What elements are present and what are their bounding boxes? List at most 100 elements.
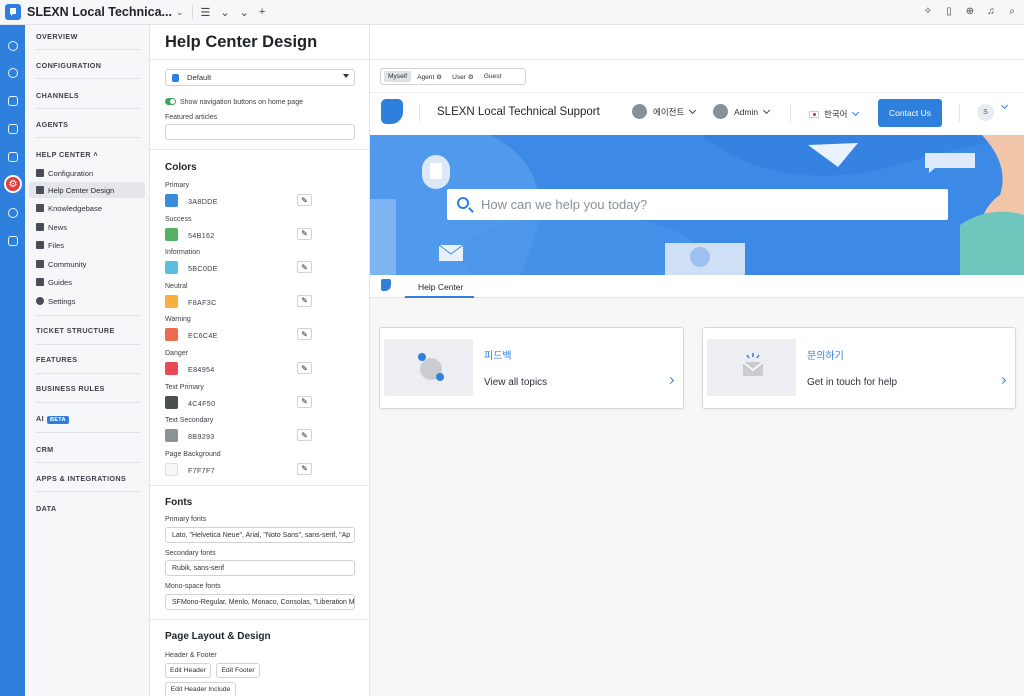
nav-section-features[interactable]: FEATURES: [36, 355, 140, 364]
tasks-icon[interactable]: [5, 121, 20, 136]
divider: [36, 108, 140, 109]
chat-icon[interactable]: [5, 38, 20, 53]
divider: [36, 78, 140, 79]
search-icon[interactable]: ⌕: [1006, 5, 1018, 17]
role-agent[interactable]: Agent ⚙: [413, 71, 446, 83]
help-center-logo-icon[interactable]: [381, 99, 403, 124]
color-swatch[interactable]: [165, 227, 178, 241]
edit-pencil-icon[interactable]: ✎: [297, 294, 312, 307]
topic-card-contact[interactable]: 문의하기 Get in touch for help: [702, 327, 1016, 409]
nav-section-help-center[interactable]: HELP CENTER ˄: [36, 150, 140, 159]
tickets-icon[interactable]: [5, 93, 20, 108]
help-center-brand[interactable]: SLEXN Local Technical Support: [437, 106, 600, 118]
nav-section-ai[interactable]: AI BETA: [36, 414, 140, 424]
sparkle-icon[interactable]: ✧: [922, 5, 934, 17]
workspace-title[interactable]: SLEXN Local Technica...: [27, 5, 172, 19]
chevron-down-icon[interactable]: ⌄: [220, 6, 229, 19]
user-icon[interactable]: [5, 65, 20, 80]
plus-icon[interactable]: +: [259, 6, 265, 18]
nav-buttons-toggle[interactable]: [165, 98, 176, 105]
tab-help-center[interactable]: Help Center: [418, 282, 463, 292]
color-swatch[interactable]: [165, 395, 178, 409]
color-hex-value: 5BC0DE: [188, 264, 218, 274]
edit-pencil-icon[interactable]: ✎: [297, 328, 312, 341]
bell-icon[interactable]: ♫: [985, 5, 997, 17]
edit-pencil-icon[interactable]: ✎: [297, 395, 312, 408]
agent-avatar-icon: [632, 104, 647, 119]
nav-section-data[interactable]: DATA: [36, 504, 140, 513]
database-icon[interactable]: [5, 233, 20, 248]
billing-icon[interactable]: [5, 205, 20, 220]
language-menu[interactable]: 한국어: [809, 108, 860, 120]
color-label: Text Primary: [165, 383, 204, 391]
profile-menu-toggle[interactable]: [996, 101, 1009, 110]
help-search-input[interactable]: How can we help you today?: [447, 189, 948, 220]
color-swatch[interactable]: [165, 362, 178, 375]
edit-pencil-icon[interactable]: ✎: [297, 227, 312, 240]
divider: [36, 137, 140, 138]
agent-menu-label: 에이전트: [653, 106, 685, 117]
featured-articles-label: Featured articles: [165, 114, 218, 121]
theme-select[interactable]: Default: [165, 69, 355, 86]
upload-icon[interactable]: ⊕: [964, 5, 976, 17]
nav-item-help-center-design[interactable]: Help Center Design: [29, 182, 145, 198]
profile-avatar[interactable]: S: [977, 104, 994, 121]
edit-footer-button[interactable]: Edit Footer: [216, 663, 260, 678]
secondary-fonts-input[interactable]: Rubik, sans-serif: [165, 560, 355, 576]
nav-section-ai-label: AI: [36, 414, 44, 423]
chevron-right-icon: [998, 376, 1007, 385]
role-myself[interactable]: Myself: [384, 71, 412, 82]
primary-fonts-input[interactable]: Lato, "Helvetica Neue", Arial, "Noto San…: [165, 527, 355, 543]
role-user-label: User: [452, 73, 466, 81]
nav-item-community[interactable]: Community: [29, 256, 145, 272]
nav-item-settings[interactable]: Settings: [29, 293, 145, 309]
mono-fonts-input[interactable]: SFMono-Regular, Menlo, Monaco, Consolas,…: [165, 594, 355, 610]
list-icon[interactable]: ☰: [201, 6, 211, 19]
chevron-down-icon[interactable]: ⌄: [240, 6, 249, 19]
contact-us-button[interactable]: Contact Us: [878, 99, 942, 127]
edit-pencil-icon[interactable]: ✎: [297, 261, 312, 274]
chevron-down-icon[interactable]: ⌄: [176, 7, 184, 18]
nav-item-label: Help Center Design: [48, 185, 115, 195]
settings-gear-icon[interactable]: ⚙: [4, 175, 22, 193]
color-swatch[interactable]: [165, 462, 178, 476]
color-swatch[interactable]: [165, 294, 178, 308]
nav-item-guides[interactable]: Guides: [29, 274, 145, 290]
edit-pencil-icon[interactable]: ✎: [297, 362, 312, 374]
admin-menu[interactable]: Admin: [713, 104, 771, 119]
edit-pencil-icon[interactable]: ✎: [297, 194, 312, 206]
nav-section-apps-integrations[interactable]: APPS & INTEGRATIONS: [36, 474, 140, 483]
topic-card-feedback[interactable]: 피드백 View all topics: [379, 327, 684, 409]
color-swatch[interactable]: [165, 328, 178, 342]
reports-icon[interactable]: [5, 149, 20, 164]
nav-item-label: Community: [48, 259, 87, 269]
divider: [150, 485, 370, 486]
role-guest[interactable]: Guest: [480, 71, 506, 82]
primary-fonts-label: Primary fonts: [165, 516, 207, 523]
nav-section-channels[interactable]: CHANNELS: [36, 91, 140, 100]
nav-item-knowledgebase[interactable]: Knowledgebase: [29, 200, 145, 216]
nav-section-ticket-structure[interactable]: TICKET STRUCTURE: [36, 326, 140, 335]
color-swatch[interactable]: [165, 261, 178, 275]
color-swatch[interactable]: [165, 194, 178, 207]
nav-section-crm[interactable]: CRM: [36, 445, 140, 454]
edit-header-include-button[interactable]: Edit Header Include: [165, 682, 236, 696]
role-user[interactable]: User ⚙: [448, 71, 478, 83]
nav-section-configuration[interactable]: CONFIGURATION: [36, 61, 140, 70]
app-logo-icon[interactable]: [5, 4, 21, 20]
agent-menu[interactable]: 에이전트: [632, 104, 697, 119]
edit-pencil-icon[interactable]: ✎: [297, 429, 312, 442]
nav-item-news[interactable]: News: [29, 219, 145, 235]
nav-section-agents[interactable]: AGENTS: [36, 120, 140, 129]
edit-header-button[interactable]: Edit Header: [165, 663, 211, 678]
nav-section-overview[interactable]: OVERVIEW: [36, 32, 140, 41]
theme-logo-icon: [172, 73, 179, 82]
nav-section-business-rules[interactable]: BUSINESS RULES: [36, 384, 140, 393]
color-swatch[interactable]: [165, 429, 178, 443]
featured-articles-input[interactable]: [165, 124, 355, 140]
gear-icon: ⚙: [436, 73, 443, 81]
nav-item-files[interactable]: Files: [29, 237, 145, 253]
edit-pencil-icon[interactable]: ✎: [297, 462, 312, 475]
document-icon[interactable]: ▯: [943, 5, 955, 17]
nav-item-configuration[interactable]: Configuration: [29, 165, 145, 181]
